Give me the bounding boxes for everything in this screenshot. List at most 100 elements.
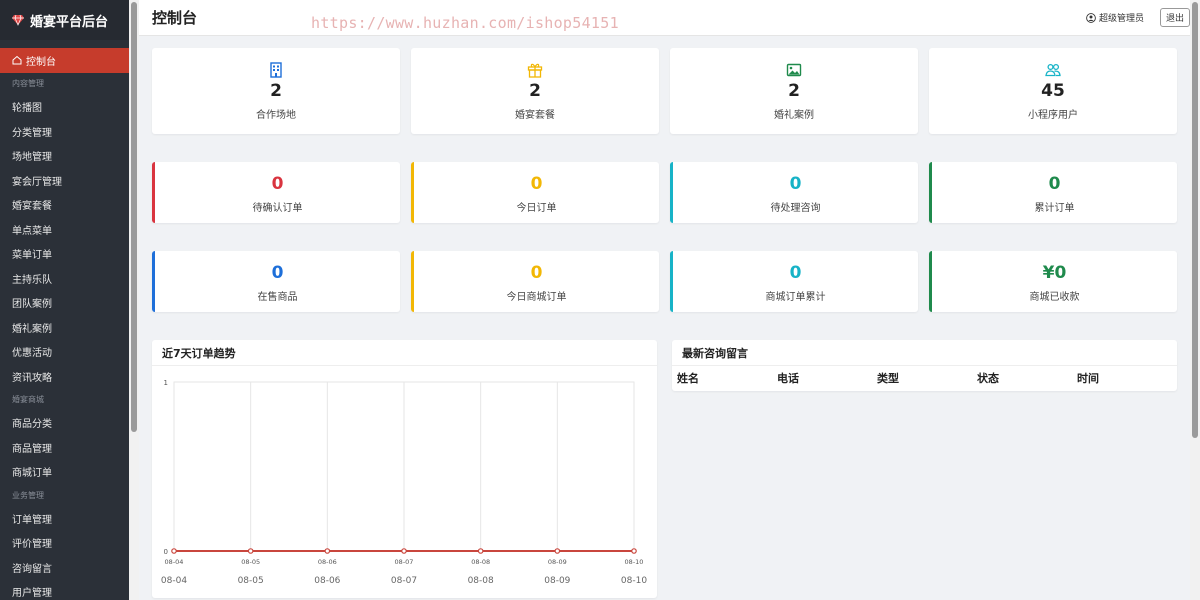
sidebar-nav: 控制台内容管理轮播图分类管理场地管理宴会厅管理 婚宴套餐单点菜单菜单订单主持乐队团…	[0, 40, 129, 600]
column-header-status: 状态	[977, 372, 999, 385]
stat-card-users[interactable]: 45 小程序用户	[929, 48, 1177, 134]
chart-data-point	[324, 548, 331, 554]
chart-x-tick-label: 08-06	[318, 558, 337, 566]
chart-x-tick-label: 08-09	[548, 558, 567, 566]
stat-card-venues[interactable]: 2 合作场地	[152, 48, 400, 134]
column-header-time: 时间	[1077, 372, 1099, 385]
user-menu[interactable]: 超级管理员	[1086, 11, 1144, 24]
stat-value: ¥0	[1042, 263, 1067, 283]
sidebar-item-label: 优惠活动	[12, 348, 52, 360]
stat-card-goods-on-sale[interactable]: 0 在售商品	[152, 251, 400, 312]
sidebar-item-label: 评价管理	[12, 539, 52, 551]
sidebar-item-news[interactable]: 资讯攻略	[0, 364, 129, 389]
sidebar: 婚宴平台后台 控制台 内容管理 轮播图 分类管理 场地管理 宴会厅管理 婚宴套餐 单点菜单 菜单…	[0, 0, 129, 600]
stat-card-pending-orders[interactable]: 0 待确认订单	[152, 162, 400, 223]
sidebar-item-label: 单点菜单	[12, 225, 52, 237]
stat-card-cases[interactable]: 2 婚礼案例	[670, 48, 918, 134]
watermark: https://www.huzhan.com/ishop54151	[311, 14, 619, 32]
main-scrollbar-thumb[interactable]	[1192, 2, 1198, 438]
chart-data-point	[171, 548, 177, 554]
column-header-phone: 电话	[777, 372, 799, 385]
building-icon	[270, 62, 282, 78]
sidebar-item-alacarte[interactable]: 单点菜单	[0, 217, 129, 242]
trend-title: 近7天订单趋势	[152, 340, 657, 366]
chart-data-point	[554, 548, 561, 554]
sidebar-item-dashboard[interactable]: 控制台	[0, 48, 129, 73]
stat-label: 今日商城订单	[506, 292, 567, 303]
sidebar-item-label: 菜单订单	[12, 250, 52, 262]
sidebar-item-label: 商城订单	[12, 468, 52, 480]
stat-label: 在售商品	[257, 292, 298, 303]
users-icon	[1045, 63, 1061, 77]
chart-data-point	[477, 548, 484, 554]
stat-value: 45	[1041, 81, 1065, 101]
sidebar-group-label: 内容管理	[12, 79, 44, 88]
gift-icon	[527, 63, 543, 78]
chart-y-tick-label: 1	[164, 379, 168, 387]
stat-card-shop-revenue[interactable]: ¥0 商城已收款	[929, 251, 1177, 312]
sidebar-scrollbar-thumb[interactable]	[131, 2, 137, 432]
stat-value: 0	[530, 174, 543, 194]
stat-card-today-shop-orders[interactable]: 0 今日商城订单	[411, 251, 659, 312]
stat-value: 0	[271, 263, 284, 283]
sidebar-item-messages[interactable]: 咨询留言	[0, 555, 129, 580]
chart-x-tick-label: 08-10	[625, 558, 644, 566]
sidebar-item-menu-order[interactable]: 菜单订单	[0, 242, 129, 267]
chart-x-category-label: 08-06	[314, 576, 340, 586]
stat-card-total-orders[interactable]: 0 累计订单	[929, 162, 1177, 223]
sidebar-item-venue[interactable]: 场地管理	[0, 144, 129, 169]
stat-label: 商城订单累计	[765, 292, 826, 303]
sidebar-item-goods[interactable]: 商品管理	[0, 435, 129, 460]
sidebar-item-shop-order[interactable]: 商城订单	[0, 460, 129, 485]
chart-data-point	[401, 548, 407, 554]
sidebar-item-wedding-case[interactable]: 婚礼案例	[0, 315, 129, 340]
sidebar-scrollbar[interactable]	[129, 0, 139, 600]
trend-panel: 近7天订单趋势 0 1 08-04 08-05 08-06 08-07 08-08 08-09…	[152, 340, 657, 598]
page-title: 控制台	[152, 9, 198, 27]
stat-card-pending-consult[interactable]: 0 待处理咨询	[670, 162, 918, 223]
sidebar-item-label: 咨询留言	[12, 563, 52, 575]
sidebar-item-team-case[interactable]: 团队案例	[0, 291, 129, 316]
stat-label: 待处理咨询	[770, 203, 821, 214]
sidebar-item-label: 婚礼案例	[12, 323, 52, 335]
stat-label: 婚宴套餐	[515, 110, 555, 121]
sidebar-item-banner[interactable]: 轮播图	[0, 95, 129, 120]
sidebar-item-promotion[interactable]: 优惠活动	[0, 340, 129, 365]
stat-label: 待确认订单	[252, 203, 303, 214]
sidebar-item-label: 商品分类	[12, 419, 52, 431]
stat-value: 0	[271, 174, 284, 194]
sidebar-item-orders[interactable]: 订单管理	[0, 506, 129, 531]
stat-label: 小程序用户	[1028, 110, 1078, 121]
sidebar-item-reviews[interactable]: 评价管理	[0, 531, 129, 556]
stat-label: 累计订单	[1034, 203, 1075, 214]
sidebar-item-band[interactable]: 主持乐队	[0, 266, 129, 291]
messages-title: 最新咨询留言	[672, 340, 1177, 366]
stat-value: 0	[789, 263, 802, 283]
sidebar-item-label: 控制台	[26, 56, 56, 68]
stat-label: 商城已收款	[1029, 292, 1080, 303]
image-icon	[786, 63, 802, 77]
sidebar-item-label: 资讯攻略	[12, 372, 52, 384]
chart-x-tick-label: 08-08	[471, 558, 490, 566]
stat-card-packages[interactable]: 2 婚宴套餐	[411, 48, 659, 134]
sidebar-item-label: 主持乐队	[12, 274, 52, 286]
sidebar-item-hall[interactable]: 宴会厅管理	[0, 168, 129, 193]
sidebar-item-users[interactable]: 用户管理	[0, 580, 129, 600]
stat-card-shop-orders-total[interactable]: 0 商城订单累计	[670, 251, 918, 312]
chart-x-category-label: 08-08	[468, 576, 494, 586]
user-name: 超级管理员	[1098, 14, 1144, 24]
sidebar-item-category[interactable]: 分类管理	[0, 119, 129, 144]
logout-button[interactable]: 退出	[1160, 8, 1190, 27]
stat-label: 合作场地	[256, 110, 296, 121]
sidebar-item-goods-category[interactable]: 商品分类	[0, 411, 129, 436]
stat-label: 今日订单	[516, 203, 557, 214]
main-scrollbar[interactable]	[1190, 0, 1200, 600]
chart-x-category-label: 08-05	[238, 576, 264, 586]
chart-data-point	[631, 548, 637, 554]
stat-card-today-orders[interactable]: 0 今日订单	[411, 162, 659, 223]
sidebar-item-package[interactable]: 婚宴套餐	[0, 193, 129, 218]
sidebar-item-label: 分类管理	[12, 127, 52, 139]
home-icon	[12, 56, 22, 65]
column-header-name: 姓名	[677, 372, 699, 385]
sidebar-item-label: 场地管理	[12, 152, 52, 164]
